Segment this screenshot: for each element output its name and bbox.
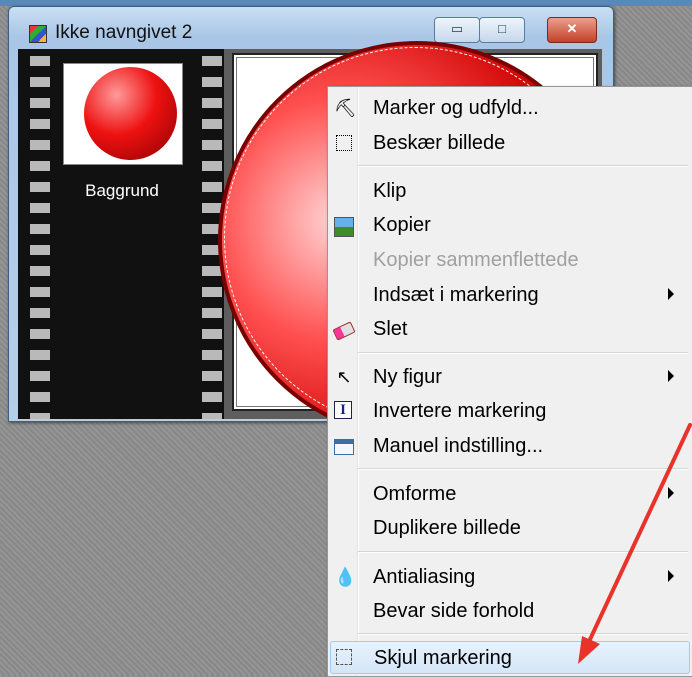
copy-icon [334,217,354,237]
manual-settings-icon [334,439,354,455]
menu-item-beskaer-billede[interactable]: Beskær billede [330,127,690,160]
title-bar[interactable]: Ikke navngivet 2 ▭ □ ✕ [9,7,613,47]
menu-item-label: Kopier sammenflettede [373,249,579,271]
menu-item-label: Klip [373,180,407,202]
submenu-arrow-icon [668,570,674,582]
close-button[interactable]: ✕ [547,17,597,43]
context-menu: ⛏ Marker og udfyld... Beskær billede Kli… [327,86,692,677]
menu-item-invertere-markering[interactable]: I Invertere markering [330,395,690,428]
menu-item-bevar-side-forhold[interactable]: Bevar side forhold [330,595,690,628]
submenu-arrow-icon [668,288,674,300]
fill-select-icon: ⛏ [334,98,357,118]
film-perforations [30,49,50,419]
menu-item-label: Invertere markering [373,400,547,422]
red-ball-thumbnail-image [84,67,177,160]
maximize-button[interactable]: □ [479,17,525,43]
menu-separator [358,633,688,635]
menu-item-label: Beskær billede [373,132,506,154]
menu-item-omforme[interactable]: Omforme [330,478,690,511]
menu-item-label: Slet [373,318,408,340]
hide-selection-icon [336,649,352,665]
menu-item-label: Manuel indstilling... [373,435,544,457]
submenu-arrow-icon [668,370,674,382]
menu-item-label: Kopier [373,214,431,236]
menu-separator [358,352,688,354]
drop-icon: 💧 [334,567,357,587]
menu-item-label: Duplikere billede [373,517,521,539]
window-title: Ikke navngivet 2 [55,22,193,43]
layer-label: Baggrund [85,181,159,200]
menu-item-label: Marker og udfyld... [373,97,539,119]
layers-panel: Baggrund [18,49,224,419]
cursor-icon: ↖ [336,367,352,387]
layer-thumbnail[interactable] [63,63,183,165]
menu-item-ny-figur[interactable]: ↖ Ny figur [330,361,690,394]
invert-icon: I [334,401,352,419]
menu-item-indsaet-i-markering[interactable]: Indsæt i markering [330,279,690,312]
menu-separator [358,165,688,167]
menu-item-klip[interactable]: Klip [330,175,690,208]
menu-item-label: Indsæt i markering [373,284,539,306]
menu-item-manuel-indstilling[interactable]: Manuel indstilling... [330,430,690,463]
menu-item-antialiasing[interactable]: 💧 Antialiasing [330,561,690,594]
menu-item-skjul-markering[interactable]: Skjul markering [330,641,690,674]
menu-item-marker-og-udfyld[interactable]: ⛏ Marker og udfyld... [330,92,690,125]
menu-item-label: Bevar side forhold [373,600,535,622]
menu-item-duplikere-billede[interactable]: Duplikere billede [330,512,690,545]
menu-separator [358,468,688,470]
menu-item-label: Antialiasing [373,566,476,588]
crop-icon [336,135,352,151]
menu-item-label: Ny figur [373,366,442,388]
menu-item-label: Omforme [373,483,457,505]
menu-item-slet[interactable]: Slet [330,313,690,346]
menu-item-label: Skjul markering [374,647,512,669]
menu-item-kopier[interactable]: Kopier [330,209,690,242]
eraser-icon [332,321,356,341]
submenu-arrow-icon [668,487,674,499]
image-document-icon [29,25,47,43]
menu-item-kopier-sammenflettede: Kopier sammenflettede [330,244,690,277]
menu-separator [358,551,688,553]
minimize-button[interactable]: ▭ [434,17,480,43]
